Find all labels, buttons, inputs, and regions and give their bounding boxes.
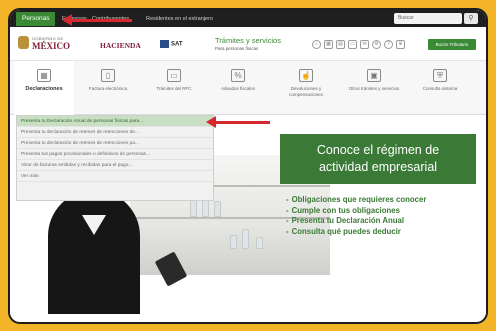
carousel-dot[interactable] — [256, 322, 263, 324]
nav-label: Devoluciones y compensaciones — [289, 86, 323, 97]
bottle — [242, 229, 249, 249]
promo-title-box[interactable]: Conoce el régimen de actividad empresari… — [280, 134, 476, 184]
carousel-dot[interactable] — [244, 322, 251, 324]
page-subtitle: Para personas físicas — [215, 46, 259, 51]
nav-label: Otros trámites y servicios — [348, 86, 400, 91]
dropdown-item-declaracion-anual[interactable]: Presenta tu Declaración Anual de persona… — [17, 116, 213, 127]
sat-logo[interactable]: SAT — [160, 40, 183, 48]
rfc-icon: ▭ — [167, 69, 181, 82]
nav-otros[interactable]: ▣ Otros trámites y servicios — [344, 61, 404, 115]
person-image — [48, 190, 140, 314]
tab-residentes[interactable]: Residentes en el extranjero — [146, 12, 213, 26]
annotation-arrow-dropdown — [206, 116, 270, 128]
nav-consulta[interactable]: ⛨ Consulta sistema — [410, 61, 470, 115]
nav-adeudos[interactable]: % Adeudos fiscales — [208, 61, 268, 115]
carousel-dot[interactable] — [208, 322, 215, 324]
sat-icon — [160, 40, 169, 48]
gobierno-seal-icon — [18, 36, 29, 49]
carousel-dot-active[interactable] — [280, 322, 287, 324]
search-input[interactable]: Buscar — [394, 13, 462, 24]
dropdown-item-ver-mas[interactable]: Ver más — [17, 171, 213, 182]
bottle — [230, 235, 237, 249]
calendar-icon[interactable]: ▦ — [324, 40, 333, 49]
help-icon[interactable]: ? — [384, 40, 393, 49]
carousel-dot[interactable] — [232, 322, 239, 324]
search-button[interactable]: ⚲ — [464, 13, 478, 24]
sat-label: SAT — [171, 41, 183, 48]
promo-title-line1: Conoce el régimen de — [316, 143, 440, 157]
nav-label: Factura electrónica — [88, 86, 128, 91]
declaraciones-dropdown: Presenta tu Declaración Anual de persona… — [16, 115, 214, 201]
nav-label: Consulta sistema — [422, 86, 458, 91]
bottle — [256, 237, 263, 249]
hand-icon: ☝ — [299, 69, 313, 82]
dropdown-item[interactable]: Presenta tu declaración de retenes de re… — [17, 127, 213, 138]
promo-bullets: - Obligaciones que requieres conocer - Cum… — [286, 195, 426, 237]
promo-bullet: - Presenta tu Declaración Anual — [286, 216, 404, 225]
nav-declaraciones[interactable]: ▦ Declaraciones — [14, 61, 74, 115]
dropdown-item[interactable]: Visor de facturas emitidas y recibidas p… — [17, 160, 213, 171]
nav-label: Declaraciones — [25, 86, 63, 92]
carousel-dot[interactable] — [196, 322, 203, 324]
promo-bullet: - Cumple con tus obligaciones — [286, 205, 400, 215]
mail-icon[interactable]: ✉ — [360, 40, 369, 49]
carousel-dot[interactable] — [268, 322, 275, 324]
monitor-icon: ▣ — [367, 69, 381, 82]
browser-frame: Personas Empresas Contribuyentes Residen… — [8, 8, 488, 324]
promo-title-line2: actividad empresarial — [318, 160, 438, 174]
promo-bullet: - Consulta qué puedes deducir — [286, 226, 401, 236]
nav-rfc[interactable]: ▭ Trámites del RFC — [144, 61, 204, 115]
carousel-dot[interactable] — [220, 322, 227, 324]
annotation-arrow-tab — [62, 14, 132, 26]
shield-icon: ⛨ — [433, 69, 447, 82]
hacienda-logo[interactable]: HACIENDA — [100, 41, 141, 50]
dropdown-item[interactable]: Presenta tu declaración de retenes de re… — [17, 138, 213, 149]
carousel-dots — [196, 322, 287, 324]
calculator-icon: ▦ — [37, 69, 51, 82]
nav-devoluciones[interactable]: ☝ Devoluciones y compensaciones — [276, 61, 336, 115]
bottle — [214, 201, 221, 217]
promo-bullet: - Obligaciones que requieres conocer — [286, 195, 427, 204]
bottle — [190, 199, 197, 217]
invoice-icon: ▯ — [101, 69, 115, 82]
percent-icon: % — [231, 69, 245, 82]
settings-icon[interactable]: ⚙ — [372, 40, 381, 49]
site-header: GOBIERNO DE MÉXICO HACIENDA SAT Trámites… — [10, 27, 486, 61]
search-icon: ⚲ — [468, 15, 474, 22]
home-icon[interactable]: ⌂ — [312, 40, 321, 49]
header-icons: ⌂ ▦ ▤ ▭ ✉ ⚙ ? ♛ — [312, 40, 405, 49]
buzon-tributario-button[interactable]: Buzón Tributario — [428, 39, 476, 50]
dropdown-item[interactable]: Presenta tus pagos provisionales o defin… — [17, 149, 213, 160]
nav-factura[interactable]: ▯ Factura electrónica — [78, 61, 138, 115]
page-title: Trámites y servicios — [215, 36, 281, 45]
main-nav: ▦ Declaraciones ▯ Factura electrónica ▭ … — [10, 61, 486, 115]
document-icon[interactable]: ▭ — [348, 40, 357, 49]
nav-label: Trámites del RFC — [156, 86, 192, 91]
tab-personas[interactable]: Personas — [16, 12, 56, 26]
crown-icon[interactable]: ♛ — [396, 40, 405, 49]
mexico-logo[interactable]: MÉXICO — [32, 41, 70, 51]
nav-label: Adeudos fiscales — [220, 86, 256, 91]
grid-icon[interactable]: ▤ — [336, 40, 345, 49]
